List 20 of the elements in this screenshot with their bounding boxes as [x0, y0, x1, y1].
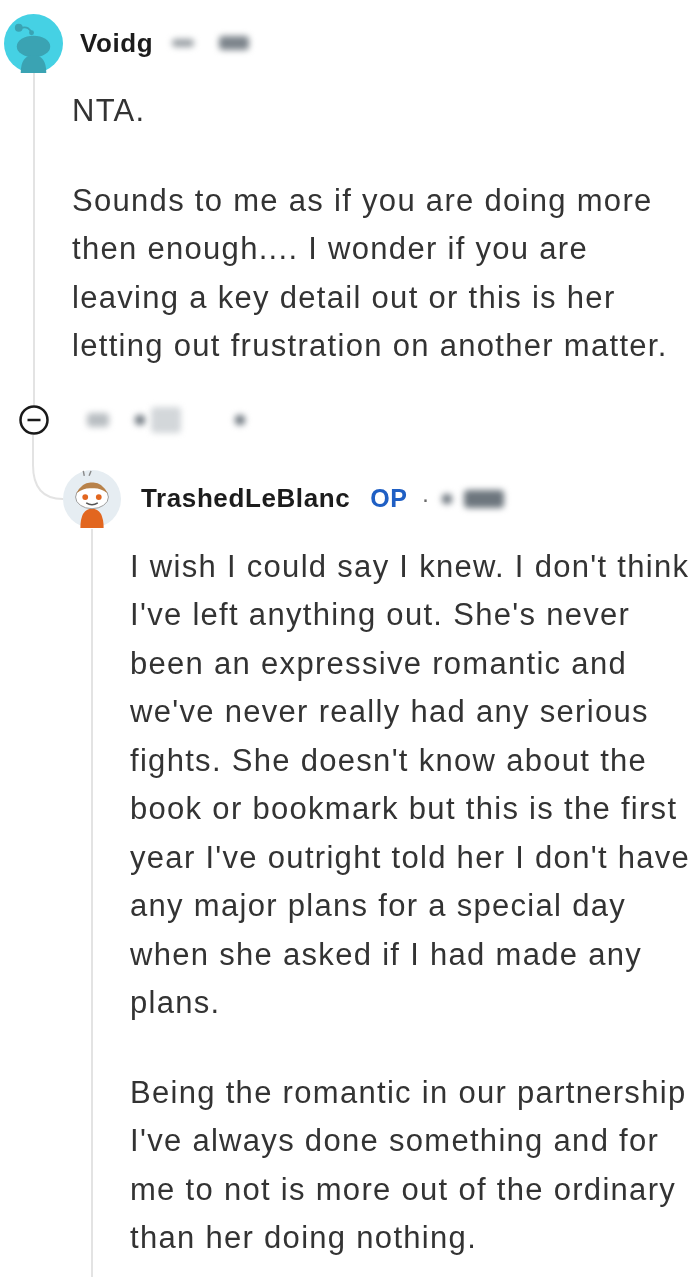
blurred-redaction — [219, 36, 250, 50]
separator-dot: · — [421, 484, 430, 513]
blurred-redaction — [135, 414, 145, 425]
comment-text: Sounds to me as if you are doing more then enough.... I wonder if you are leaving a key detail out or this is her letting out frustration on another matter. — [72, 181, 669, 365]
comment-text: I wish I could say I knew. I don't think I've left anything out. She's never been an expressive romantic and we've never really had any serious fights. She doesn't know about the book or bookmark but this is the first year I've outright told her I don't have any major plans for a special day when she asked if I had made any plans. — [130, 547, 692, 1022]
avatar-icon — [4, 13, 63, 73]
blurred-redaction — [87, 412, 109, 427]
thread-connector — [32, 434, 63, 501]
blurred-redaction — [441, 493, 452, 504]
blurred-redaction — [463, 489, 504, 508]
comment-text: NTA. — [72, 92, 147, 130]
avatar-icon — [63, 469, 121, 528]
username[interactable]: TrashedLeBlanc — [141, 483, 351, 514]
blurred-redaction — [172, 39, 195, 47]
comment-text: Being the romantic in our partnership I've always done something and for me to not is more out of the ordinary than her doing nothing. — [130, 1073, 688, 1257]
username[interactable]: Voidg — [80, 27, 154, 59]
op-label: OP — [370, 484, 408, 513]
blurred-redaction — [151, 406, 181, 433]
blurred-redaction — [235, 414, 245, 425]
collapse-icon[interactable] — [18, 404, 49, 435]
